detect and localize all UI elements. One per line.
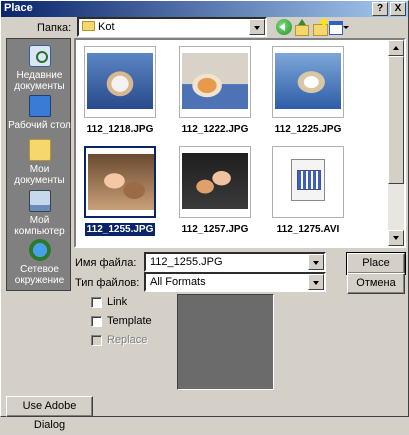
my-computer-icon: [28, 190, 51, 212]
checkbox-box[interactable]: [91, 316, 102, 327]
cancel-button[interactable]: Отмена: [347, 273, 405, 294]
file-name: 112_1218.JPG: [86, 124, 154, 135]
help-button[interactable]: ?: [372, 2, 388, 16]
thumbnail: [179, 46, 251, 118]
scroll-down-icon[interactable]: [388, 230, 404, 246]
link-checkbox[interactable]: Link: [91, 296, 171, 310]
scroll-up-icon[interactable]: [388, 40, 404, 56]
close-button[interactable]: X: [390, 2, 406, 16]
views-menu-icon[interactable]: [328, 19, 350, 35]
thumbnail: [272, 46, 344, 118]
network-icon: [28, 239, 51, 261]
file-item[interactable]: 112_1275.AVI: [266, 146, 350, 236]
title-bar[interactable]: Place ? X: [1, 1, 408, 17]
place-my-computer[interactable]: Мой компьютер: [7, 186, 72, 237]
place-label: Недавние документы: [14, 70, 65, 92]
window-title: Place: [4, 2, 33, 14]
chevron-down-icon[interactable]: [249, 19, 265, 35]
file-name: 112_1225.JPG: [274, 124, 342, 135]
checkbox-box: [91, 335, 102, 346]
kitten-photo: [87, 53, 153, 109]
filetype-value: All Formats: [150, 276, 206, 288]
place-label: Рабочий стол: [8, 120, 71, 131]
file-name: 112_1255.JPG: [84, 223, 156, 236]
preview-pane: [177, 294, 274, 390]
checkbox-box[interactable]: [91, 297, 102, 308]
girl-with-kitten-photo: [88, 154, 154, 210]
place-label: Сетевое окружение: [14, 264, 65, 286]
place-label: Мои документы: [14, 164, 65, 186]
filename-value: 112_1255.JPG: [150, 256, 223, 268]
kitten-photo: [275, 53, 341, 109]
chevron-down-icon[interactable]: [308, 254, 324, 270]
checkbox-label: Replace: [107, 334, 148, 346]
thumbnail: [179, 146, 251, 218]
video-file-icon: [291, 159, 325, 201]
kitten-photo: [182, 53, 248, 109]
back-icon[interactable]: [276, 19, 292, 35]
vertical-scrollbar[interactable]: [388, 40, 404, 246]
filename-input[interactable]: 112_1255.JPG: [144, 252, 326, 272]
file-item[interactable]: 112_1222.JPG: [173, 46, 257, 136]
file-item[interactable]: 112_1225.JPG: [266, 46, 350, 136]
file-name: 112_1257.JPG: [181, 224, 249, 235]
file-item-selected[interactable]: 112_1255.JPG: [78, 146, 162, 236]
recent-documents-icon: [28, 45, 51, 67]
scroll-thumb[interactable]: [388, 56, 404, 184]
replace-checkbox: Replace: [91, 334, 171, 348]
checkbox-label: Link: [107, 296, 128, 308]
place-network[interactable]: Сетевое окружение: [7, 235, 72, 286]
place-my-documents[interactable]: Мои документы: [7, 135, 72, 186]
thumbnail: [84, 146, 156, 218]
thumbnail: [84, 46, 156, 118]
file-item[interactable]: 112_1218.JPG: [78, 46, 162, 136]
filetype-label: Тип файлов:: [75, 277, 140, 289]
my-documents-icon: [28, 139, 51, 161]
file-name: 112_1275.AVI: [276, 224, 340, 235]
place-button[interactable]: Place: [346, 252, 406, 275]
place-recent[interactable]: Недавние документы: [7, 41, 72, 92]
location-combo[interactable]: Kot: [77, 17, 267, 37]
place-dialog: Place ? X Папка: Kot Недавние документы …: [0, 0, 409, 431]
filename-label: Имя файла:: [75, 257, 137, 269]
checkbox-label: Template: [107, 315, 152, 327]
folder-icon: [82, 21, 95, 31]
file-item[interactable]: 112_1257.JPG: [173, 146, 257, 236]
girl-with-kitten-photo: [182, 153, 248, 209]
place-desktop[interactable]: Рабочий стол: [7, 91, 72, 131]
desktop-icon: [28, 95, 51, 117]
place-label: Мой компьютер: [14, 215, 65, 237]
new-folder-icon[interactable]: [312, 19, 328, 36]
location-value: Kot: [98, 21, 115, 33]
chevron-down-icon[interactable]: [308, 274, 324, 290]
use-adobe-dialog-button[interactable]: Use Adobe Dialog: [6, 396, 93, 431]
thumbnail: [272, 146, 344, 218]
file-name: 112_1222.JPG: [181, 124, 249, 135]
template-checkbox[interactable]: Template: [91, 315, 171, 329]
places-bar: Недавние документы Рабочий стол Мои доку…: [6, 38, 71, 291]
filetype-select[interactable]: All Formats: [144, 272, 326, 292]
location-label: Папка:: [37, 22, 72, 34]
file-list[interactable]: 112_1218.JPG 112_1222.JPG 112_1225.JPG 1…: [74, 38, 406, 248]
up-folder-icon[interactable]: [294, 19, 310, 36]
